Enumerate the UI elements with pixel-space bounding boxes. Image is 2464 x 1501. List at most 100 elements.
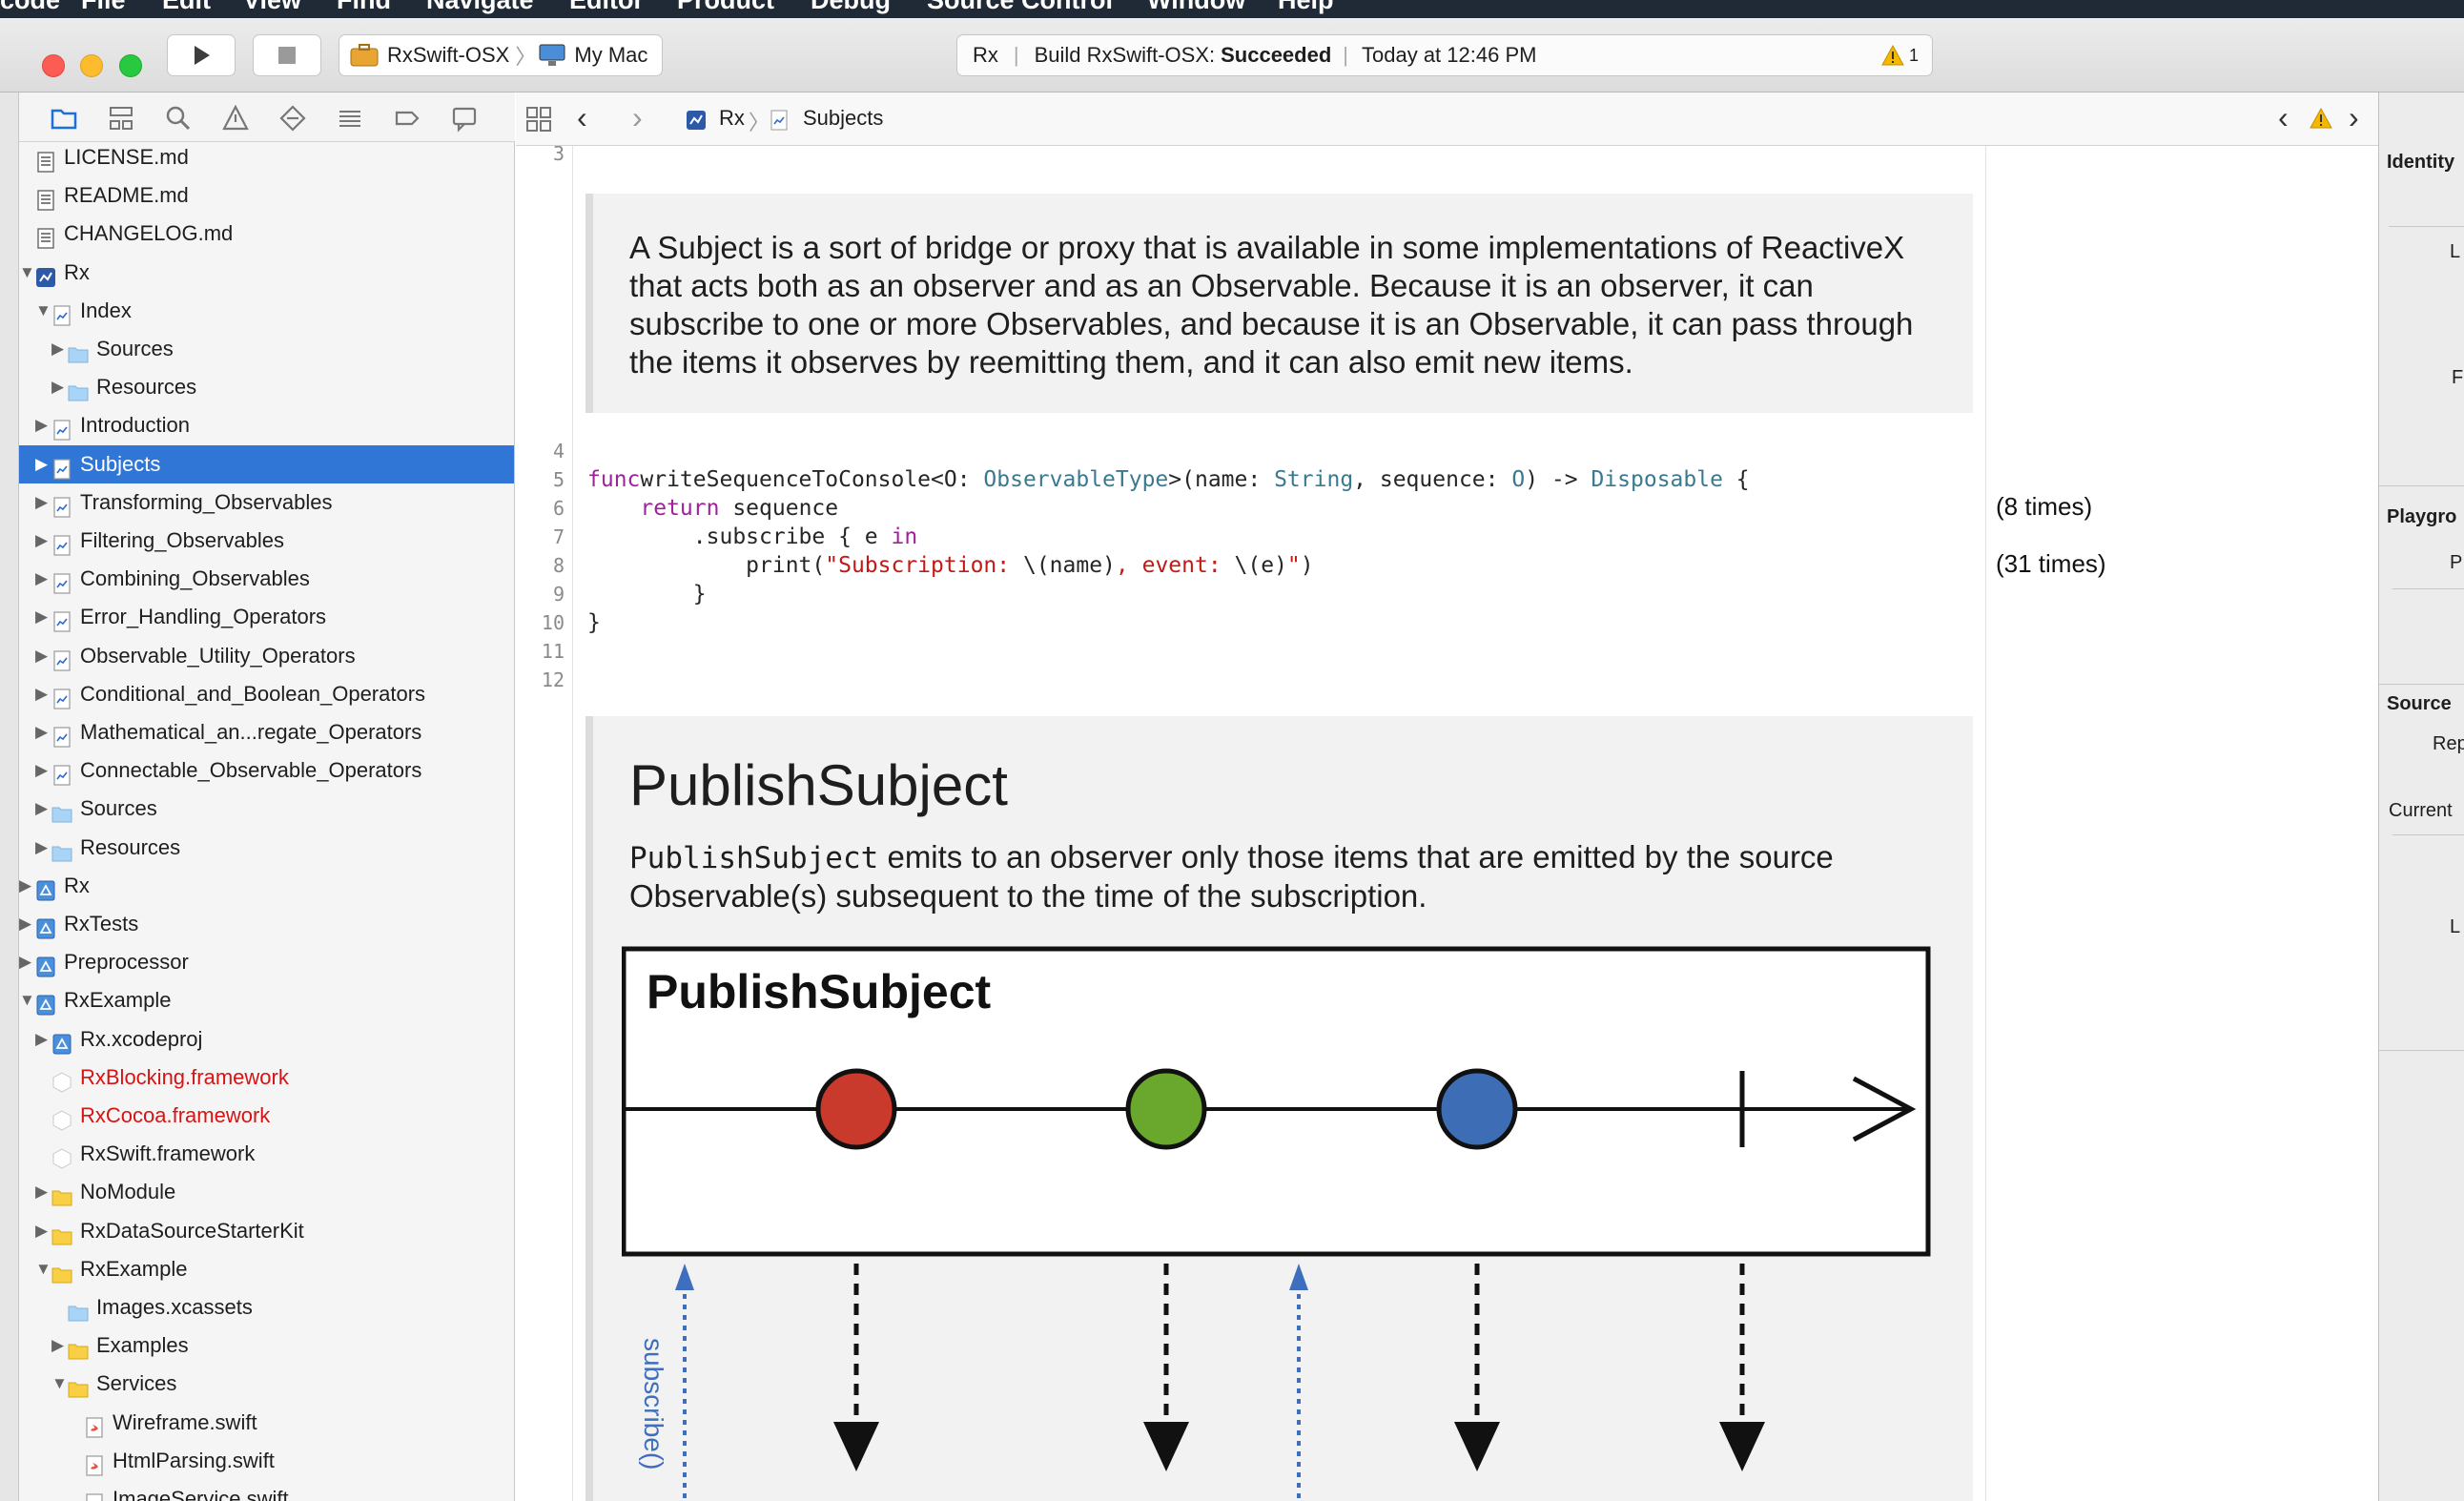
menu-file[interactable]: File	[81, 0, 126, 15]
navigator-row[interactable]: ▶ Filtering_Observables	[19, 522, 514, 560]
navigator-row[interactable]: ▶ Resources	[19, 829, 514, 867]
menu-help[interactable]: Help	[1278, 0, 1334, 15]
menu-editor[interactable]: Editor	[569, 0, 644, 15]
disclosure-closed-icon[interactable]: ▶	[35, 598, 48, 636]
disclosure-closed-icon[interactable]: ▶	[35, 560, 48, 598]
menu-product[interactable]: Product	[677, 0, 774, 15]
zoom-window-button[interactable]	[119, 54, 142, 77]
navigator-row[interactable]: ▶ Transforming_Observables	[19, 483, 514, 522]
issue-next-button[interactable]: ›	[2349, 100, 2359, 135]
disclosure-open-icon[interactable]: ▼	[35, 1250, 51, 1288]
report-icon[interactable]	[450, 104, 479, 133]
code-line[interactable]: }	[587, 610, 601, 635]
navigator-row[interactable]: ▶ RxDataSourceStarterKit	[19, 1212, 514, 1250]
forward-button[interactable]: ›	[632, 100, 643, 135]
scheme-selector[interactable]: RxSwift-OSX 〉 My Mac	[339, 34, 663, 76]
navigator-row[interactable]: ▶ Mathematical_an...regate_Operators	[19, 713, 514, 751]
disclosure-closed-icon[interactable]: ▶	[35, 522, 48, 560]
navigator-row[interactable]: ▶ Connectable_Observable_Operators	[19, 751, 514, 790]
navigator-row[interactable]: ▶ Combining_Observables	[19, 560, 514, 598]
navigator-row[interactable]: ▶ NoModule	[19, 1173, 514, 1211]
navigator-row[interactable]: ▶ Rx	[19, 867, 514, 905]
disclosure-closed-icon[interactable]: ▶	[51, 368, 64, 406]
disclosure-closed-icon[interactable]: ▶	[35, 790, 48, 828]
disclosure-closed-icon[interactable]: ▶	[35, 445, 48, 483]
menu-find[interactable]: Find	[337, 0, 391, 15]
disclosure-closed-icon[interactable]: ▶	[19, 943, 31, 981]
navigator-row[interactable]: ▶ Rx.xcodeproj	[19, 1020, 514, 1059]
navigator-row[interactable]: ImageService.swift	[19, 1480, 514, 1501]
breakpoint-icon[interactable]	[393, 104, 421, 133]
menu-window[interactable]: Window	[1147, 0, 1245, 15]
back-button[interactable]: ‹	[577, 100, 587, 135]
navigator-row[interactable]: README.md	[19, 176, 514, 215]
result-value-2[interactable]: (31 times)	[1996, 549, 2106, 579]
disclosure-closed-icon[interactable]: ▶	[35, 483, 48, 522]
navigator-row[interactable]: ▶ Resources	[19, 368, 514, 406]
result-value-1[interactable]: (8 times)	[1996, 492, 2092, 522]
navigator-row[interactable]: ▶ Sources	[19, 790, 514, 828]
related-items-icon[interactable]	[524, 105, 553, 134]
menu-navigate[interactable]: Navigate	[426, 0, 534, 15]
warning-filter-icon[interactable]	[221, 104, 250, 133]
navigator-row[interactable]: LICENSE.md	[19, 142, 514, 176]
code-line[interactable]: print("Subscription: \(name), event: \(e…	[587, 553, 1313, 578]
search-icon[interactable]	[164, 104, 193, 133]
code-line[interactable]: return sequence	[587, 496, 838, 521]
navigator-row[interactable]: Images.xcassets	[19, 1288, 514, 1326]
breadcrumb-subjects[interactable]: Subjects	[803, 106, 883, 131]
navigator-row[interactable]: ▶ Examples	[19, 1326, 514, 1365]
issue-prev-button[interactable]: ‹	[2278, 100, 2289, 135]
stop-button[interactable]	[253, 34, 321, 76]
warning-icon[interactable]	[2309, 107, 2333, 130]
run-button[interactable]	[167, 34, 236, 76]
menu-view[interactable]: View	[243, 0, 301, 15]
disclosure-closed-icon[interactable]: ▶	[51, 1326, 64, 1365]
warning-badge[interactable]: 1	[1880, 44, 1919, 67]
disclosure-open-icon[interactable]: ▼	[35, 292, 51, 330]
disclosure-closed-icon[interactable]: ▶	[51, 330, 64, 368]
disclosure-closed-icon[interactable]: ▶	[19, 867, 31, 905]
hierarchy-icon[interactable]	[107, 104, 135, 133]
disclosure-closed-icon[interactable]: ▶	[35, 406, 48, 444]
menu-xcode[interactable]: Xcode	[0, 0, 60, 15]
menu-debug[interactable]: Debug	[811, 0, 891, 15]
close-window-button[interactable]	[42, 54, 65, 77]
navigator-row[interactable]: ▼ RxExample	[19, 981, 514, 1019]
disclosure-open-icon[interactable]: ▼	[19, 981, 35, 1019]
code-line[interactable]: funcwriteSequenceToConsole<O: Observable…	[587, 467, 1750, 492]
navigator-row[interactable]: Wireframe.swift	[19, 1404, 514, 1442]
navigator-row[interactable]: ▼ Index	[19, 292, 514, 330]
debug-icon[interactable]	[336, 104, 364, 133]
disclosure-closed-icon[interactable]: ▶	[35, 675, 48, 713]
navigator-row[interactable]: RxCocoa.framework	[19, 1097, 514, 1135]
navigator-row[interactable]: ▶ Error_Handling_Operators	[19, 598, 514, 636]
navigator-row[interactable]: ▶ Subjects	[19, 444, 514, 483]
navigator-row[interactable]: ▼ Rx	[19, 254, 514, 292]
disclosure-open-icon[interactable]: ▼	[19, 254, 35, 292]
disclosure-closed-icon[interactable]: ▶	[35, 1173, 48, 1211]
test-diamond-icon[interactable]	[278, 104, 307, 133]
navigator-row[interactable]: ▶ Observable_Utility_Operators	[19, 637, 514, 675]
menu-source-control[interactable]: Source Control	[927, 0, 1113, 15]
code-line[interactable]: .subscribe { e in	[587, 524, 917, 549]
disclosure-open-icon[interactable]: ▼	[51, 1365, 68, 1403]
disclosure-closed-icon[interactable]: ▶	[35, 1212, 48, 1250]
navigator-row[interactable]: ▶ Preprocessor	[19, 943, 514, 981]
code-line[interactable]: }	[587, 582, 707, 607]
navigator-row[interactable]: ▶ Sources	[19, 330, 514, 368]
navigator-row[interactable]: RxBlocking.framework	[19, 1059, 514, 1097]
breadcrumb-rx[interactable]: Rx	[719, 106, 745, 131]
disclosure-closed-icon[interactable]: ▶	[35, 1020, 48, 1059]
disclosure-closed-icon[interactable]: ▶	[19, 905, 31, 943]
folder-icon[interactable]	[50, 104, 78, 133]
navigator-row[interactable]: ▶ Conditional_and_Boolean_Operators	[19, 675, 514, 713]
navigator-row[interactable]: ▶ RxTests	[19, 905, 514, 943]
disclosure-closed-icon[interactable]: ▶	[35, 829, 48, 867]
disclosure-closed-icon[interactable]: ▶	[35, 637, 48, 675]
navigator-row[interactable]: ▶ Introduction	[19, 406, 514, 444]
minimize-window-button[interactable]	[80, 54, 103, 77]
navigator-row[interactable]: CHANGELOG.md	[19, 215, 514, 253]
navigator-row[interactable]: ▼ Services	[19, 1365, 514, 1403]
navigator-row[interactable]: HtmlParsing.swift	[19, 1442, 514, 1480]
